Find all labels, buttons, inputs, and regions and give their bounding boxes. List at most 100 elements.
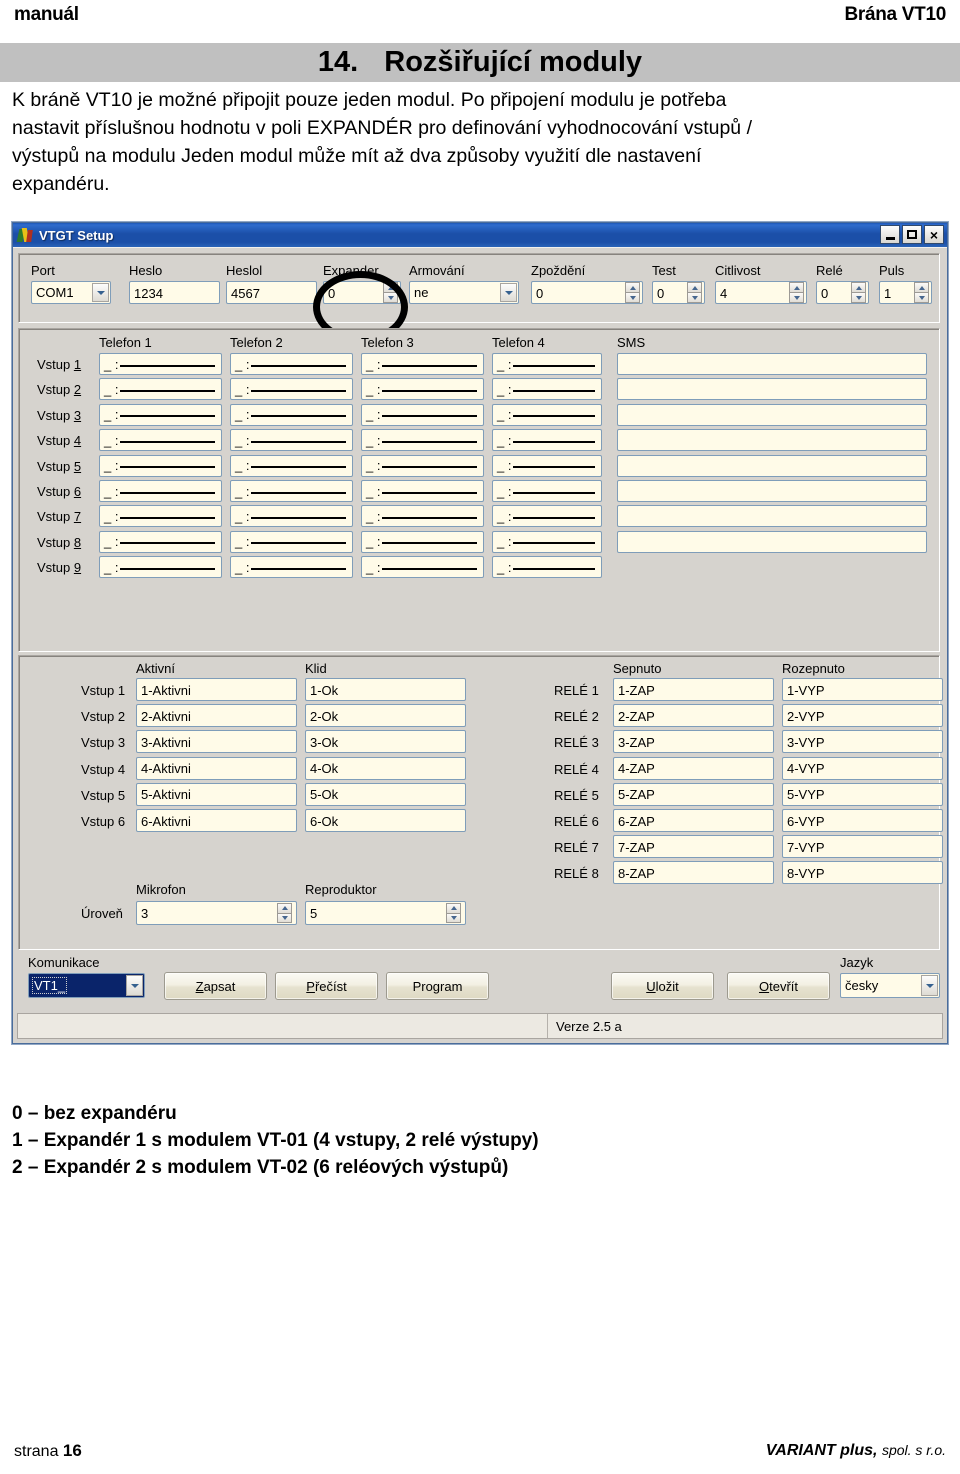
phone-input-vstup3-telefon3[interactable]: _ : — [361, 403, 484, 426]
spinner-up-icon[interactable] — [277, 903, 292, 913]
reproduktor-uroven-spinner[interactable] — [446, 903, 461, 923]
sepnuto-input-4[interactable]: 4-ZAP — [613, 756, 774, 780]
phone-input-vstup6-telefon4[interactable]: _ : — [492, 480, 602, 502]
reproduktor-uroven-input[interactable]: 5 — [305, 901, 466, 925]
phone-input-vstup2-telefon2[interactable]: _ : — [230, 378, 353, 401]
heslo-input[interactable]: 1234 — [129, 281, 220, 304]
maximize-icon[interactable] — [902, 225, 922, 244]
rozepnuto-input-4[interactable]: 4-VYP — [782, 756, 943, 780]
aktivni-input-6[interactable]: 6-Aktivni — [136, 809, 297, 832]
phone-input-vstup7-telefon1[interactable]: _ : — [99, 505, 222, 528]
phone-input-vstup4-telefon4[interactable]: _ : — [492, 429, 602, 452]
phone-input-vstup6-telefon3[interactable]: _ : — [361, 480, 484, 502]
sms-input-vstup8[interactable] — [617, 530, 927, 553]
phone-input-vstup2-telefon3[interactable]: _ : — [361, 378, 484, 401]
spinner-down-icon[interactable] — [446, 912, 461, 923]
phone-input-vstup9-telefon4[interactable]: _ : — [492, 556, 602, 579]
otevrit-button[interactable]: Otevřít — [727, 972, 830, 1000]
phone-input-vstup6-telefon2[interactable]: _ : — [230, 480, 353, 502]
klid-input-1[interactable]: 1-Ok — [305, 678, 466, 701]
sepnuto-input-1[interactable]: 1-ZAP — [613, 678, 774, 701]
spinner-up-icon[interactable] — [383, 282, 398, 292]
puls-spinner[interactable] — [914, 282, 929, 303]
precist-button[interactable]: Přečíst — [275, 972, 378, 1000]
jazyk-combo[interactable]: česky — [840, 973, 940, 998]
citlivost-spinner[interactable] — [789, 282, 804, 303]
zpozdeni-spinner[interactable] — [625, 282, 640, 303]
phone-input-vstup4-telefon2[interactable]: _ : — [230, 429, 353, 452]
sepnuto-input-7[interactable]: 7-ZAP — [613, 835, 774, 859]
phone-input-vstup6-telefon1[interactable]: _ : — [99, 480, 222, 502]
phone-input-vstup7-telefon4[interactable]: _ : — [492, 505, 602, 528]
phone-input-vstup5-telefon3[interactable]: _ : — [361, 454, 484, 477]
chevron-down-icon[interactable] — [92, 283, 109, 302]
sms-input-vstup6[interactable] — [617, 480, 927, 502]
expander-spinner[interactable] — [383, 282, 398, 303]
sepnuto-input-6[interactable]: 6-ZAP — [613, 809, 774, 832]
minimize-icon[interactable] — [880, 225, 900, 244]
phone-input-vstup8-telefon3[interactable]: _ : — [361, 530, 484, 553]
rozepnuto-input-7[interactable]: 7-VYP — [782, 835, 943, 859]
window-titlebar[interactable]: VTGT Setup × — [13, 223, 947, 247]
aktivni-input-3[interactable]: 3-Aktivni — [136, 730, 297, 754]
sms-input-vstup2[interactable] — [617, 378, 927, 401]
spinner-down-icon[interactable] — [277, 912, 292, 923]
rozepnuto-input-3[interactable]: 3-VYP — [782, 730, 943, 754]
spinner-down-icon[interactable] — [914, 292, 929, 303]
test-spinner[interactable] — [687, 282, 702, 303]
spinner-up-icon[interactable] — [446, 903, 461, 913]
phone-input-vstup8-telefon1[interactable]: _ : — [99, 530, 222, 553]
port-combo[interactable]: COM1 — [31, 281, 111, 304]
phone-input-vstup9-telefon2[interactable]: _ : — [230, 556, 353, 579]
klid-input-2[interactable]: 2-Ok — [305, 704, 466, 728]
phone-input-vstup2-telefon4[interactable]: _ : — [492, 378, 602, 401]
spinner-up-icon[interactable] — [914, 282, 929, 292]
chevron-down-icon[interactable] — [921, 975, 938, 996]
phone-input-vstup3-telefon2[interactable]: _ : — [230, 403, 353, 426]
phone-input-vstup3-telefon4[interactable]: _ : — [492, 403, 602, 426]
aktivni-input-5[interactable]: 5-Aktivni — [136, 782, 297, 806]
aktivni-input-4[interactable]: 4-Aktivni — [136, 756, 297, 780]
close-icon[interactable]: × — [924, 225, 944, 244]
phone-input-vstup7-telefon2[interactable]: _ : — [230, 505, 353, 528]
armovani-combo[interactable]: ne — [409, 281, 519, 304]
komunikace-combo[interactable]: VT1_ — [28, 973, 145, 998]
klid-input-5[interactable]: 5-Ok — [305, 782, 466, 806]
phone-input-vstup3-telefon1[interactable]: _ : — [99, 403, 222, 426]
rele-spinner[interactable] — [851, 282, 866, 303]
rozepnuto-input-6[interactable]: 6-VYP — [782, 809, 943, 832]
phone-input-vstup1-telefon2[interactable]: _ : — [230, 353, 353, 375]
phone-input-vstup8-telefon4[interactable]: _ : — [492, 530, 602, 553]
program-button[interactable]: Program — [386, 972, 489, 1000]
sms-input-vstup3[interactable] — [617, 403, 927, 426]
klid-input-3[interactable]: 3-Ok — [305, 730, 466, 754]
phone-input-vstup1-telefon1[interactable]: _ : — [99, 353, 222, 375]
sepnuto-input-3[interactable]: 3-ZAP — [613, 730, 774, 754]
phone-input-vstup9-telefon1[interactable]: _ : — [99, 556, 222, 579]
phone-input-vstup1-telefon4[interactable]: _ : — [492, 353, 602, 375]
rozepnuto-input-2[interactable]: 2-VYP — [782, 704, 943, 728]
sepnuto-input-8[interactable]: 8-ZAP — [613, 861, 774, 885]
aktivni-input-2[interactable]: 2-Aktivni — [136, 704, 297, 728]
chevron-down-icon[interactable] — [126, 975, 143, 996]
sms-input-vstup4[interactable] — [617, 429, 927, 452]
klid-input-6[interactable]: 6-Ok — [305, 809, 466, 832]
spinner-up-icon[interactable] — [851, 282, 866, 292]
spinner-up-icon[interactable] — [625, 282, 640, 292]
phone-input-vstup2-telefon1[interactable]: _ : — [99, 378, 222, 401]
phone-input-vstup7-telefon3[interactable]: _ : — [361, 505, 484, 528]
spinner-down-icon[interactable] — [383, 292, 398, 303]
ulozit-button[interactable]: Uložit — [611, 972, 714, 1000]
heslol-input[interactable]: 4567 — [226, 281, 317, 304]
phone-input-vstup5-telefon4[interactable]: _ : — [492, 454, 602, 477]
spinner-up-icon[interactable] — [789, 282, 804, 292]
rozepnuto-input-8[interactable]: 8-VYP — [782, 861, 943, 885]
spinner-up-icon[interactable] — [687, 282, 702, 292]
sms-input-vstup5[interactable] — [617, 454, 927, 477]
phone-input-vstup4-telefon3[interactable]: _ : — [361, 429, 484, 452]
spinner-down-icon[interactable] — [851, 292, 866, 303]
sepnuto-input-5[interactable]: 5-ZAP — [613, 782, 774, 806]
sepnuto-input-2[interactable]: 2-ZAP — [613, 704, 774, 728]
sms-input-vstup1[interactable] — [617, 353, 927, 375]
aktivni-input-1[interactable]: 1-Aktivni — [136, 678, 297, 701]
